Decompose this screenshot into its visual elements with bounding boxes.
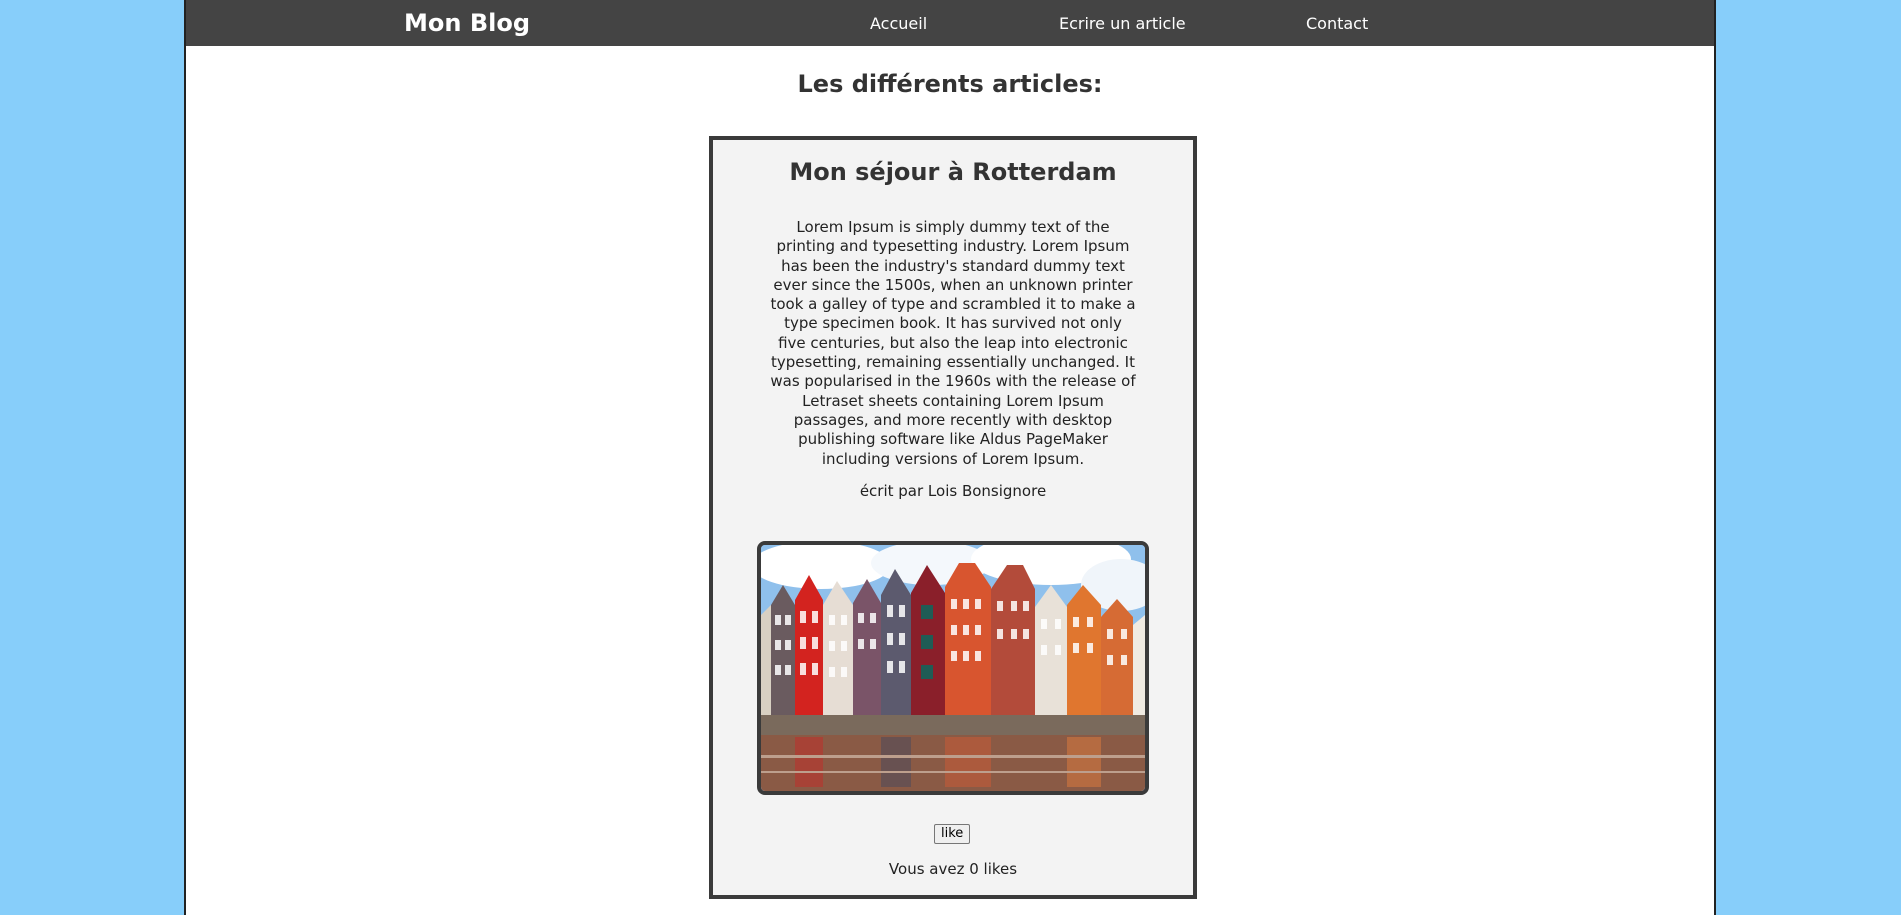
like-button[interactable]: like	[934, 824, 971, 844]
page-container: Mon Blog Accueil Ecrire un article Conta…	[184, 0, 1716, 915]
section-title: Les différents articles:	[797, 70, 1103, 98]
article-title: Mon séjour à Rotterdam	[789, 158, 1117, 186]
article-card: Mon séjour à Rotterdam Lorem Ipsum is si…	[709, 136, 1197, 899]
canal-houses-illustration	[761, 545, 1145, 791]
navbar: Mon Blog Accueil Ecrire un article Conta…	[186, 0, 1714, 46]
article-author: écrit par Lois Bonsignore	[859, 482, 1047, 500]
likes-count: Vous avez 0 likes	[888, 860, 1018, 878]
nav-link-accueil[interactable]: Accueil	[870, 14, 927, 33]
nav-link-ecrire-article[interactable]: Ecrire un article	[1059, 14, 1186, 33]
article-image	[757, 541, 1149, 795]
brand-logo[interactable]: Mon Blog	[404, 9, 530, 37]
article-body: Lorem Ipsum is simply dummy text of the …	[770, 218, 1136, 468]
nav-link-contact[interactable]: Contact	[1306, 14, 1368, 33]
